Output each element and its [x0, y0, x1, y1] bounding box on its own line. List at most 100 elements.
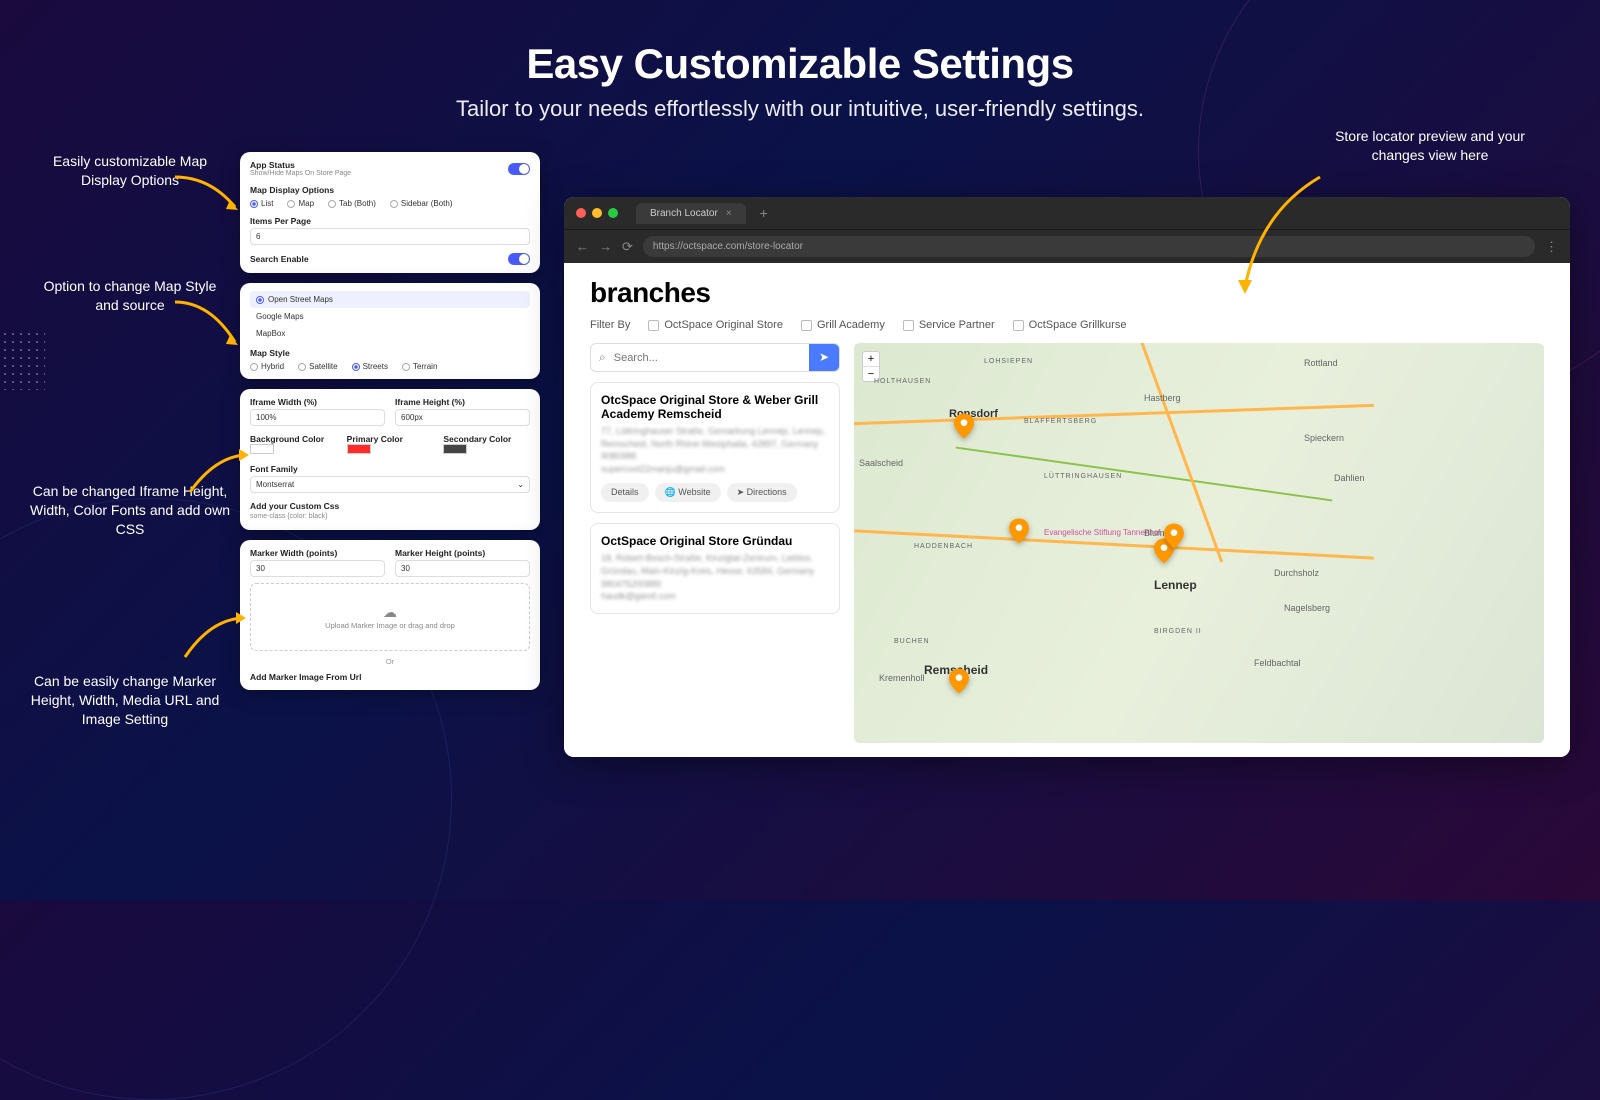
items-per-page-input[interactable]: 6: [250, 228, 530, 245]
panel-iframe-style: Iframe Width (%) 100% Iframe Height (%) …: [240, 389, 540, 530]
map-preview[interactable]: + − 1 1 1 1 Ronsdorf Le: [854, 343, 1544, 743]
secondary-color-label: Secondary Color: [443, 434, 530, 444]
radio-hybrid[interactable]: Hybrid: [250, 362, 284, 371]
radio-sidebar[interactable]: Sidebar (Both): [390, 199, 453, 208]
search-input-wrap: ⌕ ➤: [590, 343, 840, 372]
store-address: 77, Lüttringhauser Straße, Gemarkung Len…: [601, 425, 829, 450]
radio-tab[interactable]: Tab (Both): [328, 199, 376, 208]
or-divider: Or: [250, 657, 530, 666]
map-label: BIRGDEN II: [1154, 628, 1202, 635]
filter-grill-academy[interactable]: Grill Academy: [801, 319, 885, 331]
provider-osm[interactable]: Open Street Maps: [250, 291, 530, 308]
filter-original-store[interactable]: OctSpace Original Store: [648, 319, 783, 331]
provider-mapbox[interactable]: MapBox: [250, 325, 530, 342]
app-status-label: App Status: [250, 160, 351, 170]
browser-tab[interactable]: Branch Locator×: [636, 203, 746, 224]
search-enable-label: Search Enable: [250, 254, 309, 264]
iframe-width-input[interactable]: 100%: [250, 409, 385, 426]
store-card[interactable]: OctSpace Original Store Gründau 18, Robe…: [590, 523, 840, 613]
map-label: Evangelische Stiftung Tannenhof: [1044, 528, 1160, 537]
map-label: Kremenholl: [879, 673, 925, 683]
map-label: Saalscheid: [859, 458, 903, 468]
page-title: Easy Customizable Settings: [0, 40, 1600, 88]
store-card[interactable]: OtcSpace Original Store & Weber Grill Ac…: [590, 382, 840, 513]
app-status-toggle[interactable]: [508, 163, 530, 175]
map-label: HADDENBACH: [914, 543, 973, 550]
callout-marker: Can be easily change Marker Height, Widt…: [30, 672, 220, 729]
filter-grillkurse[interactable]: OctSpace Grillkurse: [1013, 319, 1127, 331]
panel-map-provider: Open Street Maps Google Maps MapBox Map …: [240, 283, 540, 379]
close-icon[interactable]: ×: [726, 208, 732, 219]
forward-icon[interactable]: →: [599, 239, 612, 254]
chevron-down-icon: ⌄: [517, 480, 524, 489]
upload-marker-area[interactable]: ☁ Upload Marker Image or drag and drop: [250, 583, 530, 651]
primary-color-label: Primary Color: [347, 434, 434, 444]
marker-url-label: Add Marker Image From Url: [250, 672, 530, 682]
cloud-upload-icon: ☁: [271, 604, 509, 621]
items-per-page-label: Items Per Page: [250, 216, 530, 226]
panel-marker: Marker Width (points) 30 Marker Height (…: [240, 540, 540, 690]
zoom-in-button[interactable]: +: [863, 352, 879, 367]
radio-map[interactable]: Map: [287, 199, 314, 208]
map-marker-icon[interactable]: [1009, 518, 1029, 544]
provider-google[interactable]: Google Maps: [250, 308, 530, 325]
store-email: supercool22manju@gmail.com: [601, 463, 829, 476]
map-label: Rottland: [1304, 358, 1338, 368]
map-marker-icon[interactable]: [949, 668, 969, 694]
store-name: OctSpace Original Store Gründau: [601, 534, 829, 548]
page-subtitle: Tailor to your needs effortlessly with o…: [0, 96, 1600, 122]
iframe-height-label: Iframe Height (%): [395, 397, 530, 407]
back-icon[interactable]: ←: [576, 239, 589, 254]
traffic-light-close-icon[interactable]: [576, 208, 586, 218]
url-bar[interactable]: https://octspace.com/store-locator: [643, 236, 1535, 257]
directions-button[interactable]: ➤ Directions: [727, 483, 797, 502]
marker-width-input[interactable]: 30: [250, 560, 385, 577]
filter-service-partner[interactable]: Service Partner: [903, 319, 995, 331]
store-address: 18, Robert-Bosch-Straße, Kinzigtal-Zentr…: [601, 552, 829, 577]
callout-preview: Store locator preview and your changes v…: [1320, 127, 1540, 165]
radio-satellite[interactable]: Satellite: [298, 362, 337, 371]
new-tab-button[interactable]: +: [760, 205, 768, 221]
map-marker-icon[interactable]: [954, 413, 974, 439]
arrow-icon: [170, 172, 250, 222]
font-family-select[interactable]: Montserrat⌄: [250, 476, 530, 493]
map-label: BLAFFERTSBERG: [1024, 418, 1097, 425]
details-button[interactable]: Details: [601, 483, 649, 502]
secondary-color-swatch[interactable]: [443, 444, 467, 454]
marker-height-label: Marker Height (points): [395, 548, 530, 558]
iframe-height-input[interactable]: 600px: [395, 409, 530, 426]
map-marker-icon[interactable]: [1164, 523, 1184, 549]
marker-height-input[interactable]: 30: [395, 560, 530, 577]
map-label: LÜTTRINGHAUSEN: [1044, 473, 1122, 480]
arrow-icon: [170, 297, 250, 357]
arrow-icon: [180, 612, 255, 662]
arrow-icon: [1230, 172, 1330, 302]
search-input[interactable]: [614, 344, 809, 371]
map-label: Dahlien: [1334, 473, 1365, 483]
map-label: Spieckern: [1304, 433, 1344, 443]
menu-icon[interactable]: ⋮: [1545, 239, 1558, 255]
search-enable-toggle[interactable]: [508, 253, 530, 265]
traffic-light-maximize-icon[interactable]: [608, 208, 618, 218]
browser-preview: Branch Locator× + ← → ⟳ https://octspace…: [564, 197, 1570, 757]
store-phone: 980475200889: [601, 578, 829, 591]
store-email: haudk@gamil.com: [601, 590, 829, 603]
radio-terrain[interactable]: Terrain: [402, 362, 437, 371]
radio-streets[interactable]: Streets: [352, 362, 388, 371]
custom-css-label: Add your Custom Css: [250, 501, 530, 511]
radio-list[interactable]: List: [250, 199, 273, 208]
map-label: BUCHEN: [894, 638, 930, 645]
traffic-light-minimize-icon[interactable]: [592, 208, 602, 218]
map-label: Lennep: [1154, 578, 1197, 592]
reload-icon[interactable]: ⟳: [622, 239, 633, 255]
bg-color-label: Background Color: [250, 434, 337, 444]
branches-heading: branches: [590, 277, 1544, 309]
locate-button[interactable]: ➤: [809, 344, 839, 371]
website-button[interactable]: 🌐 Website: [655, 483, 721, 502]
app-status-sublabel: Show/Hide Maps On Store Page: [250, 170, 351, 177]
panel-display-options: App Status Show/Hide Maps On Store Page …: [240, 152, 540, 273]
custom-css-input[interactable]: some-class {color: black}: [250, 511, 530, 522]
primary-color-swatch[interactable]: [347, 444, 371, 454]
filter-by-label: Filter By: [590, 319, 630, 331]
store-name: OtcSpace Original Store & Weber Grill Ac…: [601, 393, 829, 421]
